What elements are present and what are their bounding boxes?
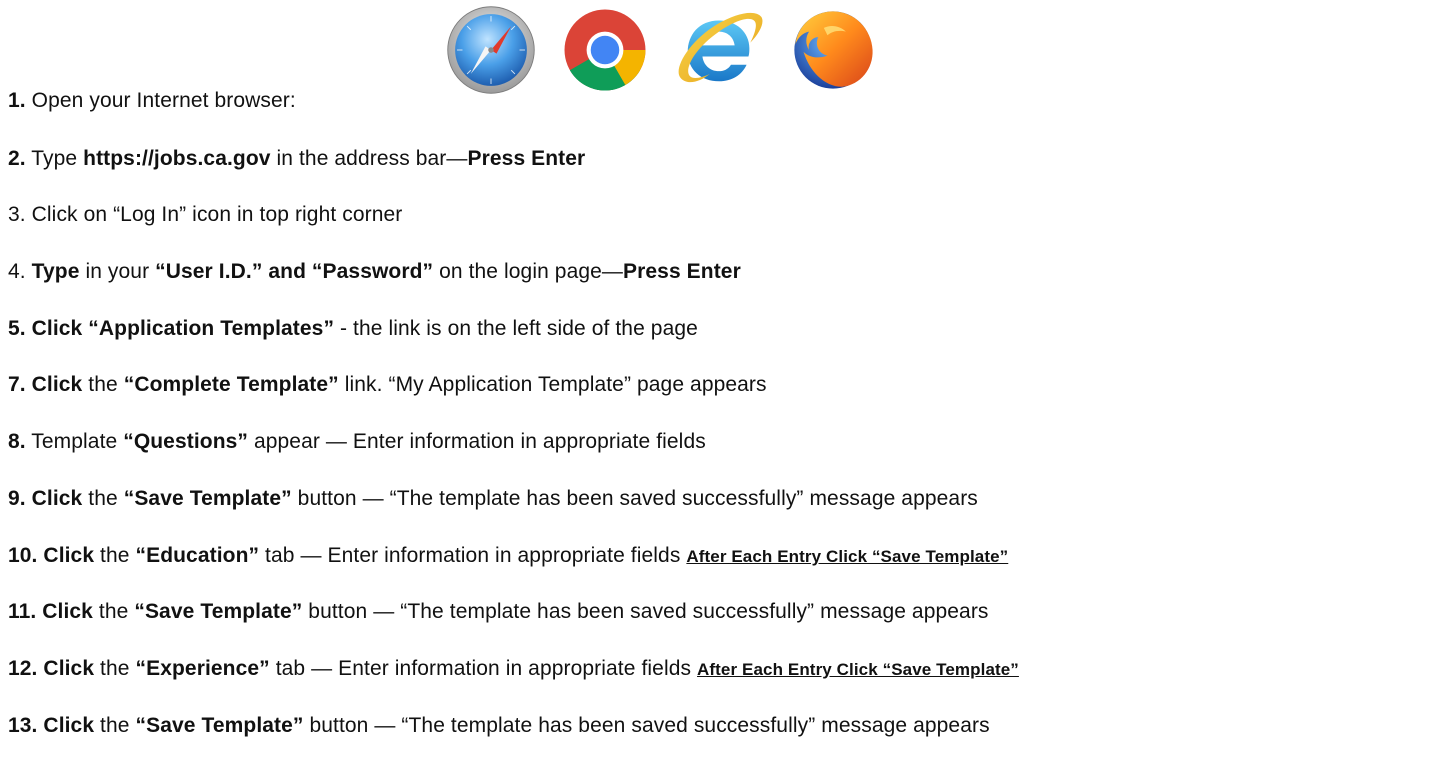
step-2-text-part: https://jobs.ca.gov — [83, 147, 271, 170]
step-12: 12. Click the “Experience” tab — Enter i… — [8, 656, 1019, 683]
step-10-text-part: the — [94, 544, 136, 567]
step-8-text-part: 8. — [8, 430, 26, 453]
chrome-icon — [564, 9, 646, 91]
step-2-text-part: Type — [25, 147, 84, 170]
step-2-text-part: in the address bar— — [270, 147, 468, 170]
step-11: 11. Click the “Save Template” button — “… — [8, 599, 989, 625]
step-9-text-part: button — “The template has been saved su… — [291, 487, 978, 510]
step-4-text-part: in your — [79, 260, 156, 283]
step-4-text-part: Press Enter — [623, 260, 741, 283]
step-7-text-part: link. “My Application Template” page app… — [338, 373, 767, 396]
internet-explorer-icon — [678, 12, 763, 83]
step-8-text-part: appear — Enter information in appropriat… — [248, 430, 706, 453]
step-10-text-part: “Education” — [135, 544, 260, 567]
step-4-text-part: Type — [31, 260, 80, 283]
safari-icon — [447, 6, 535, 94]
firefox-icon — [794, 11, 873, 89]
instruction-document: 1. Open your Internet browser: 2. Type h… — [0, 0, 1440, 766]
step-7-text-part: 7. Click — [8, 373, 83, 396]
step-2-text-part: Press Enter — [467, 147, 586, 170]
step-12-text-part: After Each Entry Click “Save Template” — [697, 660, 1019, 679]
step-7-text-part: “Complete Template” — [123, 373, 339, 396]
step-11-text-part: 11. Click — [8, 600, 93, 623]
step-12-text-part: 12. Click — [8, 657, 95, 680]
step-9: 9. Click the “Save Template” button — “T… — [8, 486, 978, 512]
step-8-text-part: Template — [25, 430, 124, 453]
step-4: 4. Type in your “User I.D.” and “Passwor… — [8, 259, 741, 285]
step-12-text-part: tab — Enter information in appropriate f… — [269, 657, 698, 680]
step-10-text-part: tab — Enter information in appropriate f… — [259, 544, 687, 567]
step-2: 2. Type https://jobs.ca.gov in the addre… — [8, 146, 585, 172]
step-4-text-part: 4. — [8, 260, 32, 283]
step-13-text-part: button — “The template has been saved su… — [303, 714, 990, 737]
step-13-text-part: “Save Template” — [135, 714, 304, 737]
step-2-text-part: 2. — [8, 147, 26, 170]
step-11-text-part: button — “The template has been saved su… — [302, 600, 989, 623]
step-8: 8. Template “Questions” appear — Enter i… — [8, 429, 706, 455]
step-9-text-part: “Save Template” — [123, 487, 292, 510]
step-3-text-part: 3. Click on “Log In” icon in top right c… — [8, 203, 403, 226]
step-1: 1. Open your Internet browser: — [8, 88, 296, 114]
step-3: 3. Click on “Log In” icon in top right c… — [8, 202, 402, 228]
step-12-text-part: the — [94, 657, 136, 680]
step-11-text-part: the — [92, 600, 135, 623]
step-1-text-part: Open your Internet browser: — [25, 89, 296, 112]
step-11-text-part: “Save Template” — [134, 600, 303, 623]
step-10: 10. Click the “Education” tab — Enter in… — [8, 543, 1008, 570]
step-13-text-part: 13. Click — [8, 714, 95, 737]
browser-icons — [445, 4, 879, 96]
step-5-text-part: - the link is on the left side of the pa… — [334, 317, 698, 340]
step-10-text-part: 10. Click — [8, 544, 95, 567]
step-10-text-part: After Each Entry Click “Save Template” — [686, 547, 1009, 566]
step-9-text-part: the — [82, 487, 124, 510]
step-1-text-part: 1. — [8, 89, 26, 112]
step-5-text-part: 5. Click “Application Templates” — [8, 317, 335, 340]
step-4-text-part: on the login page— — [433, 260, 624, 283]
step-5: 5. Click “Application Templates” - the l… — [8, 316, 698, 342]
step-4-text-part: “User I.D.” and “Password” — [155, 260, 434, 283]
step-13-text-part: the — [94, 714, 136, 737]
step-9-text-part: 9. Click — [8, 487, 83, 510]
step-7-text-part: the — [82, 373, 124, 396]
step-12-text-part: “Experience” — [135, 657, 270, 680]
step-7: 7. Click the “Complete Template” link. “… — [8, 372, 767, 398]
step-8-text-part: “Questions” — [123, 430, 249, 453]
step-13: 13. Click the “Save Template” button — “… — [8, 713, 990, 739]
